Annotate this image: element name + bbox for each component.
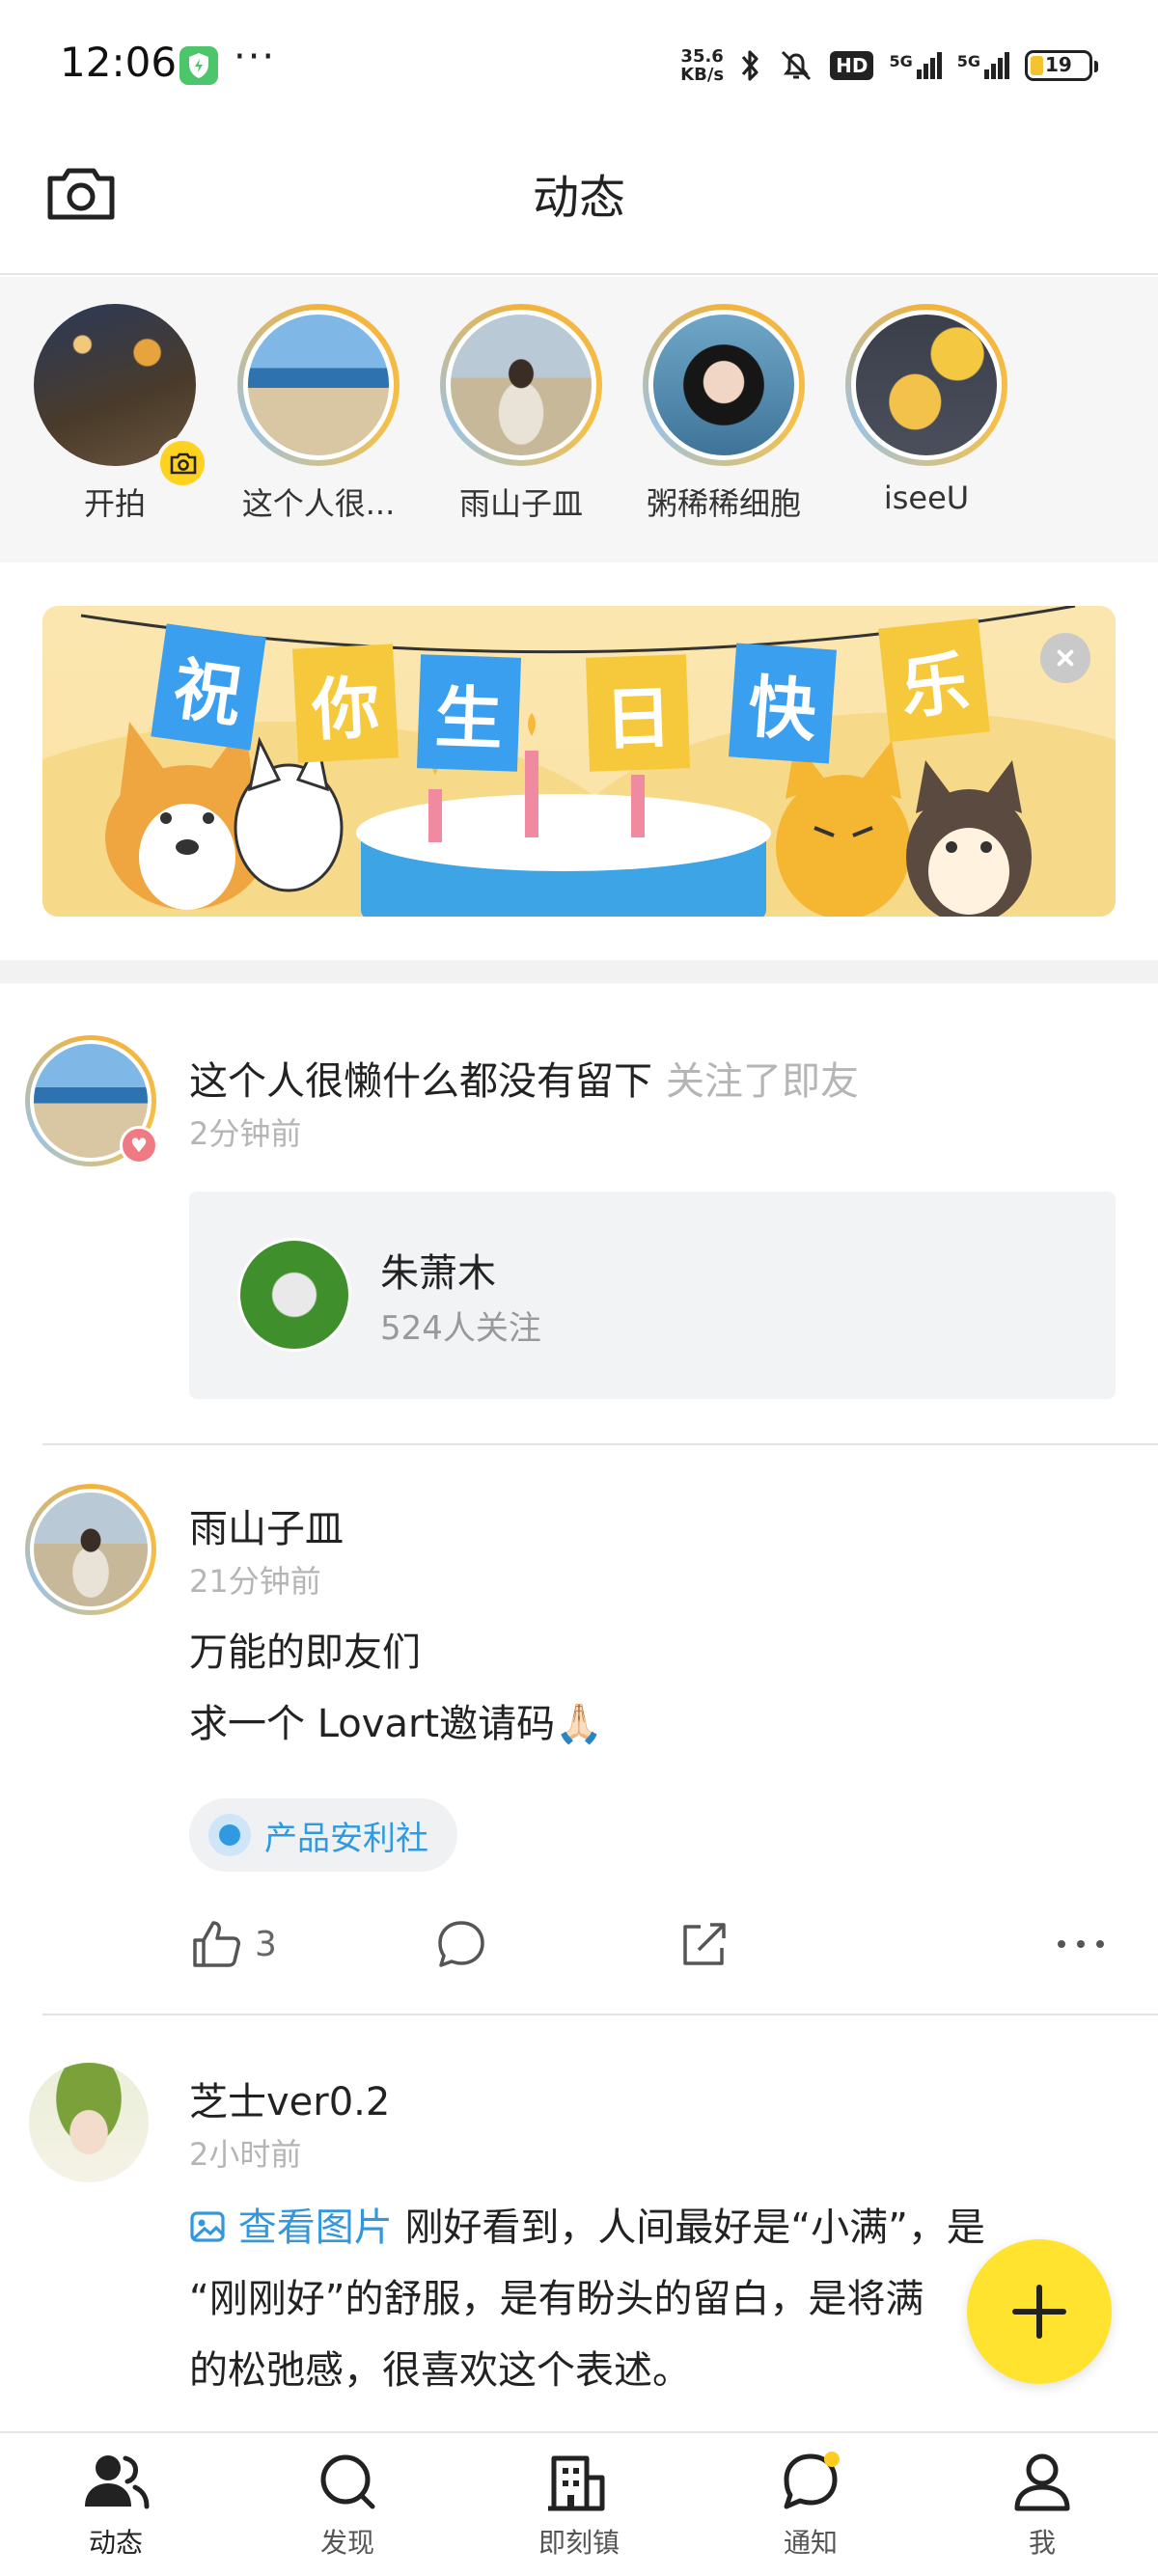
like-count: 3 xyxy=(255,1924,277,1964)
post-actions: 3 xyxy=(189,1910,1116,1978)
banner-flag: 生 xyxy=(416,654,522,772)
building-icon xyxy=(548,2455,605,2511)
user-icon xyxy=(1014,2453,1070,2511)
mute-bell-icon xyxy=(782,50,812,81)
signal-1-icon: 5G xyxy=(889,52,942,79)
post-author[interactable]: 雨山子皿 xyxy=(189,1497,344,1553)
story-name: 粥稀稀细胞 xyxy=(646,485,801,522)
followed-user-name: 朱萧木 xyxy=(380,1251,496,1296)
post-author-line: 这个人很懒什么都没有留下 关注了即友 xyxy=(189,1050,859,1106)
birthday-banner[interactable]: 祝 你 生 日 快 乐 xyxy=(42,606,1116,917)
battery-level: 19 xyxy=(1045,53,1072,76)
post-time: 2分钟前 xyxy=(189,1115,302,1152)
post-line: 万能的即友们 xyxy=(189,1631,421,1675)
post-time: 21分钟前 xyxy=(189,1563,321,1600)
status-more-dots: ··· xyxy=(234,35,277,79)
post-divider xyxy=(42,1443,1158,1445)
create-post-button[interactable] xyxy=(967,2239,1112,2384)
nav-item-me[interactable]: 我 xyxy=(965,2451,1119,2561)
post-avatar[interactable] xyxy=(25,1484,156,1615)
post-avatar[interactable]: ♥ xyxy=(25,1035,158,1166)
shield-app-icon xyxy=(179,46,218,85)
heart-icon: ♥ xyxy=(120,1126,158,1165)
banner-flag: 你 xyxy=(291,644,400,763)
story-item-3[interactable]: 雨山子皿 xyxy=(420,304,622,524)
post-line: 求一个 Lovart邀请码🙏🏻 xyxy=(189,1702,603,1746)
share-icon xyxy=(683,1923,726,1965)
story-avatar-girl xyxy=(648,310,799,460)
hd-badge: HD xyxy=(830,51,874,80)
topic-chip[interactable]: 产品安利社 xyxy=(189,1798,457,1872)
battery-icon: 19 xyxy=(1025,50,1098,81)
network-speed-unit: KB/s xyxy=(680,65,725,85)
story-avatar-person xyxy=(446,310,596,460)
post-author[interactable]: 芝士ver0.2 xyxy=(189,2070,390,2126)
story-avatar-beach xyxy=(243,310,394,460)
notification-bubble-icon xyxy=(784,2452,840,2509)
camera-badge-icon xyxy=(156,437,208,489)
comment-button[interactable] xyxy=(434,1910,488,1978)
nav-item-feed[interactable]: 动态 xyxy=(39,2451,193,2561)
jike-feed-screen: 12:06 ··· 35.6 KB/s HD 5G 5G 19 动态 开拍 这个… xyxy=(0,0,1158,2576)
view-image-link[interactable]: 查看图片 xyxy=(189,2206,404,2250)
status-time: 12:06 xyxy=(60,39,178,86)
post-content: 万能的即友们 求一个 Lovart邀请码🙏🏻 xyxy=(189,1617,603,1760)
signal-1-label: 5G xyxy=(889,52,913,70)
banner-flag: 快 xyxy=(729,643,837,764)
network-speed-value: 35.6 xyxy=(680,46,724,67)
comment-icon xyxy=(438,1921,484,1967)
banner-flag: 乐 xyxy=(878,617,990,743)
followed-user-count: 524人关注 xyxy=(380,1309,541,1348)
like-button[interactable]: 3 xyxy=(189,1910,277,1978)
story-avatar-cat xyxy=(851,310,1002,460)
signal-2-label: 5G xyxy=(956,52,980,70)
status-indicators: 35.6 KB/s HD 5G 5G 19 xyxy=(680,42,1098,89)
status-bar: 12:06 ··· 35.6 KB/s HD 5G 5G 19 xyxy=(0,0,1158,130)
topic-label: 产品安利社 xyxy=(264,1819,428,1858)
topic-icon xyxy=(208,1814,251,1856)
thumbs-up-icon xyxy=(193,1921,240,1967)
page-title: 动态 xyxy=(532,171,625,225)
banner-flag: 祝 xyxy=(151,623,266,751)
story-item-5[interactable]: iseeU xyxy=(825,304,1028,516)
post-time: 2小时前 xyxy=(189,2136,302,2173)
top-header: 动态 xyxy=(0,130,1158,275)
story-name: 这个人很... xyxy=(241,485,396,522)
nav-label: 动态 xyxy=(88,2527,143,2559)
followed-user-card[interactable]: 朱萧木 524人关注 xyxy=(189,1192,1116,1399)
nav-label: 即刻镇 xyxy=(538,2527,620,2559)
banner-close-button[interactable] xyxy=(1040,633,1090,683)
section-divider xyxy=(0,960,1158,983)
post-author[interactable]: 这个人很懒什么都没有留下 xyxy=(189,1059,652,1104)
nav-label: 通知 xyxy=(783,2527,838,2559)
more-dots-icon xyxy=(1058,1940,1104,1948)
story-item-4[interactable]: 粥稀稀细胞 xyxy=(622,304,825,524)
post-divider xyxy=(42,2014,1158,2015)
post-action: 关注了即友 xyxy=(666,1059,859,1104)
story-name: iseeU xyxy=(883,480,970,516)
post-line-text: 刚好看到，人间最好是“小满”，是 xyxy=(404,2206,985,2250)
followed-user-avatar xyxy=(237,1238,351,1352)
signal-2-icon: 5G xyxy=(957,52,1009,79)
more-options-button[interactable] xyxy=(1054,1910,1108,1978)
view-image-label: 查看图片 xyxy=(237,2206,393,2250)
post-avatar[interactable] xyxy=(29,2063,149,2182)
story-item-2[interactable]: 这个人很... xyxy=(217,304,420,524)
image-icon xyxy=(190,2211,225,2242)
nav-label: 我 xyxy=(1028,2527,1056,2559)
stories-row: 开拍 这个人很... 雨山子皿 粥稀稀细胞 iseeU xyxy=(0,277,1158,562)
story-name: 雨山子皿 xyxy=(458,485,583,522)
search-icon xyxy=(320,2454,375,2509)
bluetooth-icon xyxy=(741,50,758,81)
nav-item-notifications[interactable]: 通知 xyxy=(733,2451,888,2561)
network-speed: 35.6 KB/s xyxy=(680,47,724,84)
nav-item-discover[interactable]: 发现 xyxy=(270,2451,425,2561)
bottom-nav: 动态 发现 即刻镇 通知 我 xyxy=(0,2431,1158,2576)
nav-label: 发现 xyxy=(319,2527,374,2559)
banner-flag: 日 xyxy=(585,654,691,772)
nav-item-town[interactable]: 即刻镇 xyxy=(502,2451,656,2561)
people-icon xyxy=(85,2455,150,2509)
share-button[interactable] xyxy=(677,1910,731,1978)
story-item-start-shoot[interactable]: 开拍 xyxy=(14,304,216,524)
